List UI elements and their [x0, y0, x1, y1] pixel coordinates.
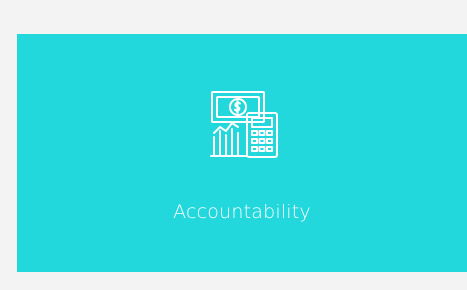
money-calculator-icon [207, 89, 281, 161]
accountability-card[interactable]: Accountability [17, 34, 467, 272]
card-label: Accountability [173, 201, 311, 223]
